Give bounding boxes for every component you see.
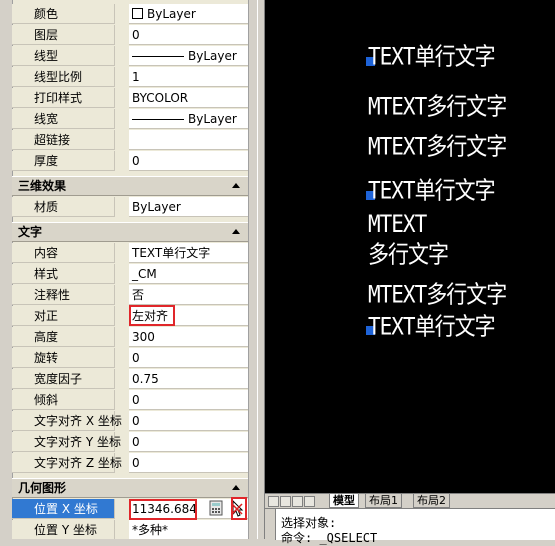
prop-value-color[interactable]: ByLayer bbox=[129, 4, 248, 24]
prop-value-hyperlink[interactable] bbox=[129, 130, 248, 150]
prop-row-align-z[interactable]: 文字对齐 Z 坐标 0 bbox=[12, 453, 248, 473]
prop-label: 文字对齐 X 坐标 bbox=[12, 411, 122, 431]
prop-label: 位置 X 坐标 bbox=[12, 499, 115, 519]
prop-label: 注释性 bbox=[12, 285, 115, 305]
prop-label: 超链接 bbox=[12, 130, 115, 150]
drawing-canvas[interactable]: TEXT单行文字 MTEXT多行文字 MTEXT多行文字 TEXT单行文字 MT… bbox=[265, 0, 555, 493]
pick-highlight-box bbox=[231, 497, 247, 520]
prop-label: 位置 Y 坐标 bbox=[12, 520, 115, 539]
cad-text[interactable]: TEXT单行文字 bbox=[368, 38, 496, 73]
prop-value-layer[interactable]: 0 bbox=[129, 25, 248, 45]
next-tab-icon[interactable] bbox=[292, 496, 303, 507]
cad-text[interactable]: TEXT单行文字 bbox=[368, 172, 496, 207]
command-scrollbar[interactable] bbox=[265, 509, 276, 540]
prop-value-height[interactable]: 300 bbox=[129, 327, 248, 347]
tab-model[interactable]: 模型 bbox=[329, 494, 359, 508]
prop-label: 文字对齐 Y 坐标 bbox=[12, 432, 121, 452]
prop-row-material[interactable]: 材质 ByLayer bbox=[12, 197, 248, 217]
last-tab-icon[interactable] bbox=[304, 496, 315, 507]
prop-row-align-x[interactable]: 文字对齐 X 坐标 0 bbox=[12, 411, 248, 431]
prop-row-rotation[interactable]: 旋转 0 bbox=[12, 348, 248, 368]
calculator-icon[interactable] bbox=[209, 500, 225, 518]
prop-label: 材质 bbox=[12, 197, 115, 217]
prop-value-lineweight[interactable]: ByLayer bbox=[129, 109, 248, 129]
lineweight-sample-icon bbox=[132, 119, 184, 120]
prop-value-style[interactable]: _CM bbox=[129, 264, 248, 284]
prop-row-contents[interactable]: 内容 TEXT单行文字 bbox=[12, 243, 248, 263]
prop-label: 打印样式 bbox=[12, 88, 115, 108]
justify-highlight-box bbox=[129, 305, 175, 326]
cad-mtext-line1[interactable]: MTEXT bbox=[368, 210, 427, 238]
prop-value-material[interactable]: ByLayer bbox=[129, 197, 248, 217]
prop-row-thickness[interactable]: 厚度 0 bbox=[12, 151, 248, 171]
cad-mtext-line2[interactable]: 多行文字 bbox=[368, 236, 449, 271]
prop-row-style[interactable]: 样式 _CM bbox=[12, 264, 248, 284]
prop-label: 颜色 bbox=[12, 4, 115, 24]
prop-value-annotative[interactable]: 否 bbox=[129, 285, 248, 305]
prop-label: 倾斜 bbox=[12, 390, 115, 410]
position-x-highlight-box bbox=[129, 499, 197, 520]
prop-row-hyperlink[interactable]: 超链接 bbox=[12, 130, 248, 150]
cad-mtext[interactable]: MTEXT多行文字 bbox=[368, 128, 507, 163]
prop-label: 线宽 bbox=[12, 109, 115, 129]
prop-label: 样式 bbox=[12, 264, 115, 284]
prop-label: 厚度 bbox=[12, 151, 115, 171]
cad-text[interactable]: TEXT单行文字 bbox=[368, 308, 496, 343]
prop-value-rotation[interactable]: 0 bbox=[129, 348, 248, 368]
prop-value-position-y[interactable]: *多种* bbox=[129, 520, 248, 539]
section-header-3d[interactable]: 三维效果 bbox=[12, 176, 248, 196]
command-window[interactable]: 选择对象: 命令: _QSELECT bbox=[265, 508, 555, 545]
collapse-arrow-icon bbox=[232, 183, 240, 188]
layout-tabbar: 模型 布局1 布局2 bbox=[265, 493, 555, 509]
prop-value-contents[interactable]: TEXT单行文字 bbox=[129, 243, 248, 263]
prop-value-align-x[interactable]: 0 bbox=[129, 411, 248, 431]
cad-mtext[interactable]: MTEXT多行文字 bbox=[368, 276, 507, 311]
collapse-arrow-icon bbox=[232, 229, 240, 234]
prop-label: 文字对齐 Z 坐标 bbox=[12, 453, 122, 473]
prop-value-obliquing[interactable]: 0 bbox=[129, 390, 248, 410]
prop-row-height[interactable]: 高度 300 bbox=[12, 327, 248, 347]
prop-row-position-y[interactable]: 位置 Y 坐标 *多种* bbox=[12, 520, 248, 539]
prop-value-linetype-scale[interactable]: 1 bbox=[129, 67, 248, 87]
prop-row-color[interactable]: 颜色 ByLayer bbox=[12, 4, 248, 24]
cad-mtext[interactable]: MTEXT多行文字 bbox=[368, 88, 507, 123]
prev-tab-icon[interactable] bbox=[280, 496, 291, 507]
prop-row-plotstyle[interactable]: 打印样式 BYCOLOR bbox=[12, 88, 248, 108]
color-swatch-icon bbox=[132, 8, 143, 19]
prop-row-layer[interactable]: 图层 0 bbox=[12, 25, 248, 45]
prop-value-align-y[interactable]: 0 bbox=[129, 432, 248, 452]
prop-value-width-factor[interactable]: 0.75 bbox=[129, 369, 248, 389]
prop-row-obliquing[interactable]: 倾斜 0 bbox=[12, 390, 248, 410]
properties-palette: 颜色 ByLayer 图层 0 线型 ByLayer 线型比例 1 打印样式 B… bbox=[0, 0, 257, 539]
prop-row-width-factor[interactable]: 宽度因子 0.75 bbox=[12, 369, 248, 389]
prop-label: 对正 bbox=[12, 306, 115, 326]
collapse-arrow-icon bbox=[232, 485, 240, 490]
linetype-sample-icon bbox=[132, 56, 184, 57]
prop-row-align-y[interactable]: 文字对齐 Y 坐标 0 bbox=[12, 432, 248, 452]
prop-label: 高度 bbox=[12, 327, 115, 347]
tab-layout2[interactable]: 布局2 bbox=[413, 494, 450, 508]
section-header-text[interactable]: 文字 bbox=[12, 222, 248, 242]
prop-label: 内容 bbox=[12, 243, 115, 263]
prop-row-linetype-scale[interactable]: 线型比例 1 bbox=[12, 67, 248, 87]
tab-layout1[interactable]: 布局1 bbox=[365, 494, 402, 508]
prop-row-linetype[interactable]: 线型 ByLayer bbox=[12, 46, 248, 66]
prop-label: 图层 bbox=[12, 25, 115, 45]
prop-label: 旋转 bbox=[12, 348, 115, 368]
prop-value-plotstyle[interactable]: BYCOLOR bbox=[129, 88, 248, 108]
prop-label: 线型比例 bbox=[12, 67, 115, 87]
prop-label: 宽度因子 bbox=[12, 369, 115, 389]
section-header-geometry[interactable]: 几何图形 bbox=[12, 478, 248, 498]
prop-label: 线型 bbox=[12, 46, 115, 66]
prop-row-annotative[interactable]: 注释性 否 bbox=[12, 285, 248, 305]
palette-divider[interactable] bbox=[257, 0, 265, 539]
prop-value-linetype[interactable]: ByLayer bbox=[129, 46, 248, 66]
first-tab-icon[interactable] bbox=[268, 496, 279, 507]
command-history-line: 命令: _QSELECT bbox=[281, 531, 378, 545]
prop-value-align-z[interactable]: 0 bbox=[129, 453, 248, 473]
prop-row-lineweight[interactable]: 线宽 ByLayer bbox=[12, 109, 248, 129]
prop-value-thickness[interactable]: 0 bbox=[129, 151, 248, 171]
